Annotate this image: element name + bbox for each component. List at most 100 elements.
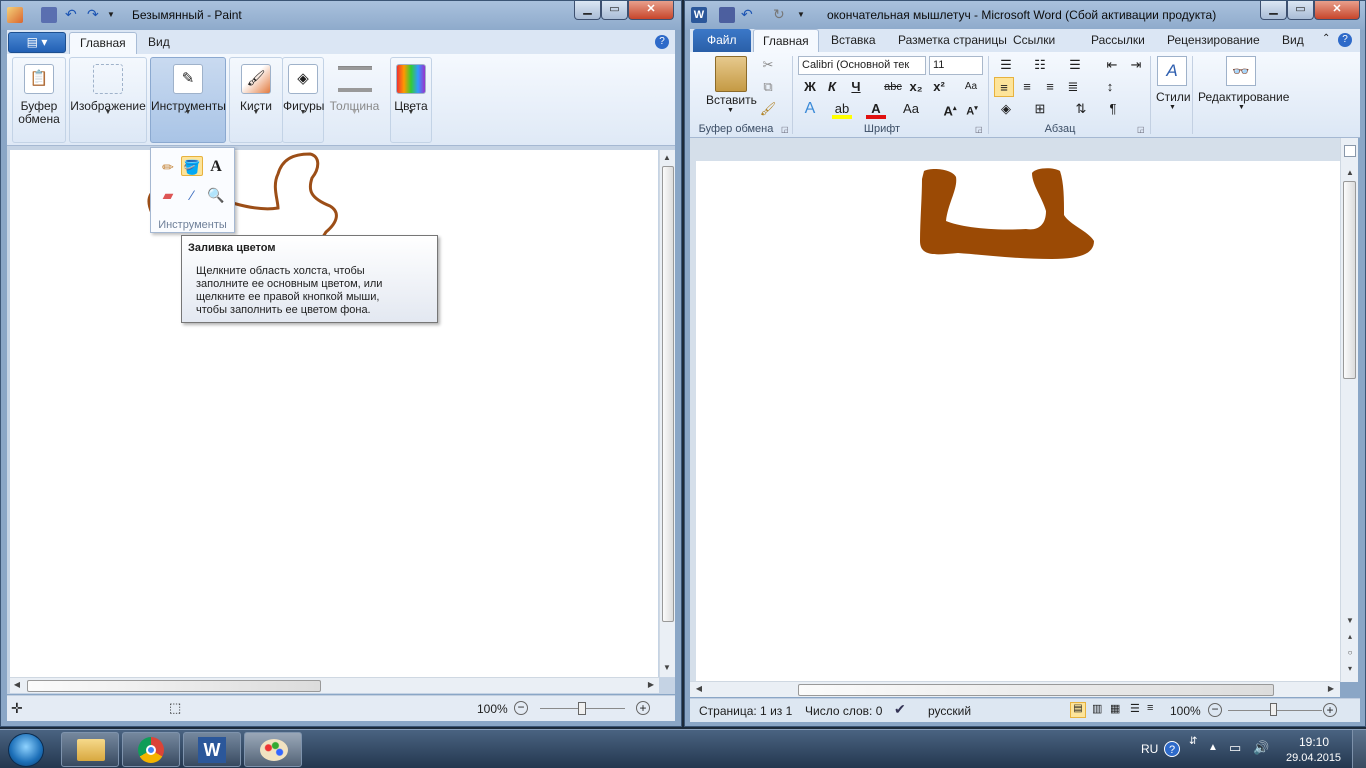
undo-icon[interactable]: ↶ bbox=[65, 7, 81, 23]
paste-icon[interactable] bbox=[715, 56, 747, 92]
paint-app-menu-button[interactable]: ▤ ▾ bbox=[8, 32, 66, 53]
next-page-icon[interactable]: ▾ bbox=[1343, 664, 1357, 673]
scroll-up-icon[interactable]: ▲ bbox=[1343, 168, 1357, 177]
reading-layout-icon[interactable]: ▥ bbox=[1092, 702, 1102, 715]
minimize-button[interactable]: ▁ bbox=[1260, 1, 1287, 20]
font-size-select[interactable]: 11 bbox=[929, 56, 983, 75]
clear-formatting-icon[interactable]: Aa bbox=[961, 77, 981, 97]
group-shapes[interactable]: ◈ Фигуры ▼ bbox=[282, 57, 324, 143]
volume-icon[interactable]: 🔊 bbox=[1253, 740, 1269, 756]
show-hidden-icons[interactable]: ▲ bbox=[1208, 742, 1218, 753]
sort-icon[interactable]: ⇅ bbox=[1071, 99, 1091, 119]
justify-icon[interactable]: ≣ bbox=[1063, 77, 1083, 97]
taskbar-paint[interactable] bbox=[244, 732, 302, 767]
zoom-slider[interactable] bbox=[540, 702, 625, 715]
align-center-icon[interactable]: ≡ bbox=[1017, 77, 1037, 97]
tab-references[interactable]: Ссылки bbox=[1013, 29, 1055, 52]
superscript-icon[interactable]: x² bbox=[929, 77, 949, 97]
tab-view[interactable]: Вид bbox=[1282, 29, 1304, 52]
outline-icon[interactable]: ☰ bbox=[1130, 702, 1140, 715]
help-icon[interactable]: ? bbox=[1338, 33, 1352, 47]
multilevel-list-icon[interactable]: ☰ bbox=[1065, 55, 1085, 75]
zoom-in-icon[interactable]: + bbox=[1323, 703, 1337, 717]
scroll-right-icon[interactable]: ▶ bbox=[644, 680, 658, 689]
tab-home[interactable]: Главная bbox=[753, 29, 819, 52]
chevron-down-icon[interactable]: ▼ bbox=[1238, 104, 1245, 111]
color-picker-icon[interactable]: ⁄ bbox=[181, 184, 203, 204]
zoom-slider-thumb[interactable] bbox=[1270, 703, 1277, 716]
underline-icon[interactable]: Ч bbox=[846, 77, 866, 97]
scroll-up-icon[interactable]: ▲ bbox=[660, 153, 674, 162]
tab-mailings[interactable]: Рассылки bbox=[1091, 29, 1145, 52]
language-options-icon[interactable]: ⇵ bbox=[1189, 736, 1197, 747]
borders-icon[interactable]: ⊞ bbox=[1030, 99, 1050, 119]
bullets-icon[interactable]: ☰ bbox=[996, 55, 1016, 75]
word-page[interactable] bbox=[696, 161, 1340, 681]
paint-vertical-scrollbar[interactable]: ▲ ▼ bbox=[659, 150, 675, 677]
align-right-icon[interactable]: ≡ bbox=[1040, 77, 1060, 97]
strikethrough-icon[interactable]: abc bbox=[883, 77, 903, 97]
draft-icon[interactable]: ≡ bbox=[1147, 702, 1153, 714]
grow-font-icon[interactable]: A▴ bbox=[940, 99, 960, 119]
bold-icon[interactable]: Ж bbox=[800, 77, 820, 97]
group-tools[interactable]: ✎ Инструменты ▼ bbox=[150, 57, 226, 143]
cut-icon[interactable]: ✂ bbox=[758, 55, 778, 75]
show-desktop-button[interactable] bbox=[1352, 730, 1366, 768]
language-indicator[interactable]: RU bbox=[1141, 742, 1158, 756]
tab-review[interactable]: Рецензирование bbox=[1167, 29, 1260, 52]
close-button[interactable]: ✕ bbox=[628, 1, 674, 20]
scroll-left-icon[interactable]: ◀ bbox=[10, 680, 24, 689]
web-layout-icon[interactable]: ▦ bbox=[1110, 702, 1120, 715]
shrink-font-icon[interactable]: A▾ bbox=[962, 99, 982, 119]
numbering-icon[interactable]: ☷ bbox=[1030, 55, 1050, 75]
format-painter-icon[interactable]: 🖌 bbox=[758, 99, 778, 119]
change-case-icon[interactable]: Aa bbox=[901, 99, 921, 119]
tab-home[interactable]: Главная bbox=[69, 32, 137, 54]
highlight-icon[interactable]: ab bbox=[832, 99, 852, 119]
scroll-thumb[interactable] bbox=[798, 684, 1274, 696]
text-effects-icon[interactable]: A bbox=[800, 99, 820, 119]
pilcrow-icon[interactable]: ¶ bbox=[1103, 99, 1123, 119]
redo-icon[interactable]: ↷ bbox=[87, 7, 103, 23]
chevron-down-icon[interactable]: ▼ bbox=[727, 107, 734, 114]
chevron-down-icon[interactable]: ▼ bbox=[1169, 104, 1176, 111]
maximize-button[interactable]: ▭ bbox=[601, 1, 628, 20]
tab-file[interactable]: Файл bbox=[693, 29, 751, 52]
styles-button-label[interactable]: Стили bbox=[1156, 90, 1191, 104]
shading-icon[interactable]: ◈ bbox=[996, 99, 1016, 119]
previous-page-icon[interactable]: ▴ bbox=[1343, 632, 1357, 641]
print-layout-icon[interactable]: ▤ bbox=[1070, 702, 1086, 718]
paint-app-icon[interactable] bbox=[7, 7, 23, 23]
minimize-ribbon-icon[interactable]: ⌃ bbox=[1322, 33, 1330, 44]
clock-time[interactable]: 19:10 bbox=[1299, 735, 1329, 749]
tab-view[interactable]: Вид bbox=[138, 32, 180, 54]
paint-titlebar[interactable]: ↶ ↷ ▼ Безымянный - Paint ▁ ▭ ✕ bbox=[1, 1, 681, 30]
scroll-thumb[interactable] bbox=[1343, 181, 1356, 379]
text-icon[interactable]: A bbox=[205, 156, 227, 176]
styles-icon[interactable]: A bbox=[1157, 56, 1187, 86]
pencil-icon[interactable]: ✏ bbox=[157, 156, 179, 176]
taskbar-explorer[interactable] bbox=[61, 732, 119, 767]
scroll-right-icon[interactable]: ▶ bbox=[1324, 684, 1338, 693]
network-icon[interactable]: ▭ bbox=[1229, 740, 1241, 756]
clock-date[interactable]: 29.04.2015 bbox=[1286, 752, 1341, 764]
word-app-icon[interactable]: W bbox=[691, 7, 707, 23]
paint-canvas[interactable] bbox=[10, 150, 658, 677]
word-titlebar[interactable]: W ↶ ↻ ▼ окончательная мышлетуч - Microso… bbox=[685, 1, 1365, 30]
qat-customize-icon[interactable]: ▼ bbox=[797, 7, 813, 23]
word-horizontal-scrollbar[interactable]: ◀ ▶ bbox=[690, 681, 1340, 697]
font-name-select[interactable]: Calibri (Основной тек bbox=[798, 56, 926, 75]
zoom-level[interactable]: 100% bbox=[1170, 704, 1201, 718]
group-brushes[interactable]: 🖌 Кисти ▼ bbox=[229, 57, 283, 143]
close-button[interactable]: ✕ bbox=[1314, 1, 1360, 20]
redo-icon[interactable]: ↻ bbox=[773, 7, 789, 23]
qat-customize-icon[interactable]: ▼ bbox=[107, 7, 123, 23]
scroll-thumb[interactable] bbox=[27, 680, 321, 692]
align-left-icon[interactable]: ≡ bbox=[994, 77, 1014, 97]
tab-page-layout[interactable]: Разметка страницы bbox=[898, 29, 1007, 52]
taskbar-chrome[interactable] bbox=[122, 732, 180, 767]
taskbar-word[interactable]: W bbox=[183, 732, 241, 767]
maximize-button[interactable]: ▭ bbox=[1287, 1, 1314, 20]
group-image[interactable]: Изображение ▼ bbox=[69, 57, 147, 143]
ruler-toggle-icon[interactable] bbox=[1344, 145, 1356, 157]
